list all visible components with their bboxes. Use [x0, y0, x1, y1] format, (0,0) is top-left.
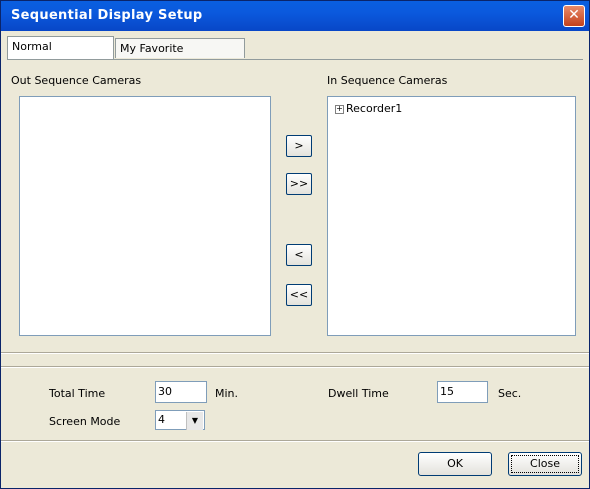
ok-button[interactable]: OK	[418, 452, 492, 476]
expand-icon[interactable]: +	[335, 104, 344, 114]
dwell-time-unit: Sec.	[498, 387, 522, 400]
remove-all-button[interactable]: <<	[286, 284, 312, 306]
in-sequence-listbox[interactable]: + Recorder1	[327, 96, 576, 336]
total-time-input[interactable]: 30	[155, 381, 207, 403]
add-all-button[interactable]: >>	[286, 173, 312, 195]
dwell-time-label: Dwell Time	[328, 387, 389, 400]
out-sequence-listbox[interactable]	[19, 96, 271, 336]
out-sequence-label: Out Sequence Cameras	[11, 74, 142, 87]
add-button[interactable]: >	[286, 135, 312, 157]
chevron-down-icon[interactable]: ▼	[186, 412, 203, 430]
screen-mode-value: 4	[158, 413, 165, 426]
remove-button[interactable]: <	[286, 244, 312, 266]
close-icon[interactable]: ✕	[563, 5, 585, 27]
tab-panel: Out Sequence Cameras In Sequence Cameras…	[7, 59, 583, 354]
screen-mode-label: Screen Mode	[49, 415, 121, 428]
divider-highlight	[1, 367, 589, 368]
dialog-window: Sequential Display Setup ✕ Normal Sequen…	[0, 0, 590, 489]
divider-highlight	[1, 353, 589, 354]
window-title: Sequential Display Setup	[11, 8, 203, 23]
in-sequence-label: In Sequence Cameras	[327, 74, 448, 87]
tree-item-label: Recorder1	[346, 102, 403, 115]
tree-item-recorder1[interactable]: + Recorder1	[335, 102, 402, 115]
tab-my-favorite-sequence[interactable]: My Favorite Sequence	[115, 38, 245, 75]
screen-mode-select[interactable]: 4 ▼	[155, 410, 205, 430]
divider-highlight	[1, 441, 589, 442]
total-time-label: Total Time	[49, 387, 106, 400]
total-time-unit: Min.	[215, 387, 239, 400]
title-bar[interactable]: Sequential Display Setup ✕	[1, 1, 589, 31]
close-button[interactable]: Close	[508, 452, 582, 476]
dwell-time-input[interactable]: 15	[437, 381, 488, 403]
tab-normal-sequence[interactable]: Normal Sequence	[7, 36, 114, 73]
